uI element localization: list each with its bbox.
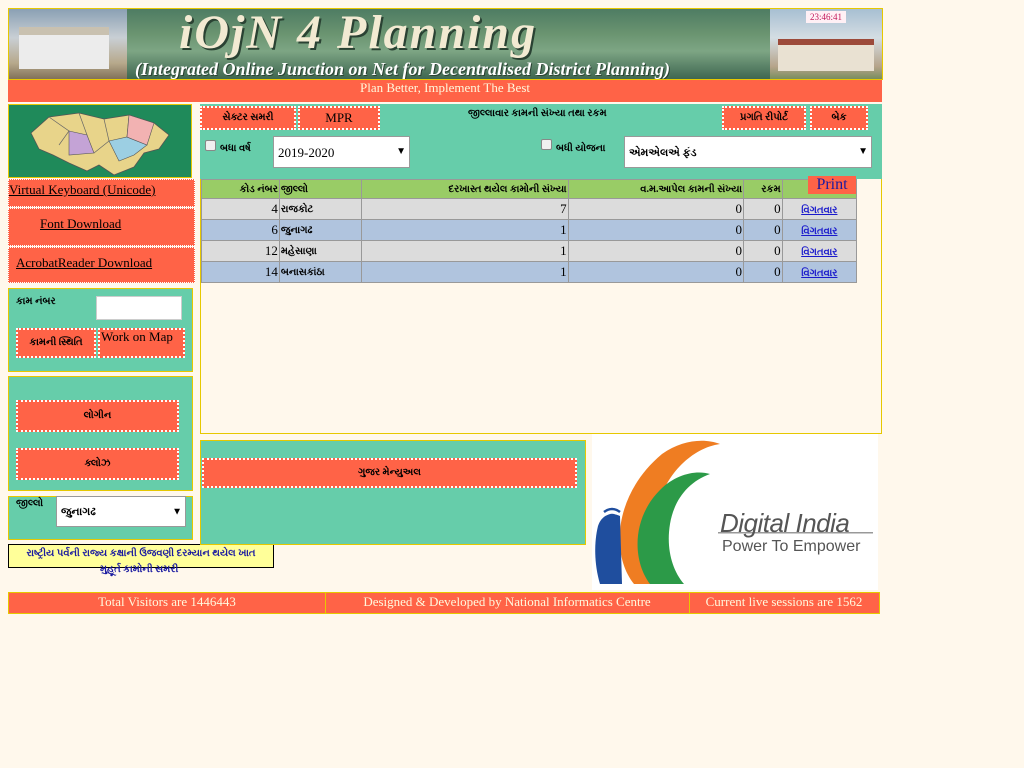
- cell-district: જુનાગઢ: [278, 219, 363, 241]
- district-label: જીલ્લો: [16, 498, 44, 509]
- virtual-keyboard-link[interactable]: Virtual Keyboard (Unicode): [8, 179, 195, 207]
- login-button[interactable]: લોગીન: [16, 400, 179, 432]
- cell-amount: 0: [743, 240, 783, 262]
- acrobat-download-link[interactable]: AcrobatReader Download: [8, 247, 195, 283]
- footer: Total Visitors are 1446443 Designed & De…: [8, 592, 880, 614]
- cell-details: વિગતવાર: [781, 219, 858, 241]
- details-link[interactable]: વિગતવાર: [801, 205, 837, 216]
- cell-code: 4: [201, 198, 280, 220]
- gujarat-map-icon: [30, 112, 170, 176]
- col-amount-header: રકમ: [743, 179, 783, 199]
- cell-applied: 7: [361, 198, 569, 220]
- acrobat-download-link-text[interactable]: AcrobatReader Download: [16, 255, 152, 270]
- site-title: iOjN 4 Planning: [179, 8, 538, 59]
- all-years-checkbox[interactable]: [205, 140, 216, 151]
- table-header-row: કોડ નંબર જીલ્લો દરખાસ્ત થયેલ કામોની સંખ્…: [201, 179, 858, 199]
- col-district-header: જીલ્લો: [278, 179, 363, 199]
- live-sessions: Current live sessions are 1562: [705, 594, 863, 609]
- cell-amount: 0: [743, 261, 783, 283]
- cell-details: વિગતવાર: [781, 261, 858, 283]
- table-row: 14 બનાસકાંઠા 1 0 0 વિગતવાર: [201, 261, 858, 283]
- cell-applied: 1: [361, 261, 569, 283]
- dropdown-arrow-icon: ▼: [172, 506, 182, 517]
- credits: Designed & Developed by National Informa…: [325, 593, 690, 613]
- muhurt-summary-link[interactable]: મુહૂર્ત કામોની સમરી: [100, 564, 178, 575]
- col-approved-header: વ.મ.આપેલ કામની સંખ્યા: [567, 179, 745, 199]
- work-number-input[interactable]: [96, 296, 182, 320]
- page-title: જીલ્લાવાર કામની સંખ્યા તથા રકમ: [468, 108, 607, 119]
- table-row: 6 જુનાગઢ 1 0 0 વિગતવાર: [201, 219, 858, 241]
- dropdown-arrow-icon: ▼: [858, 146, 868, 157]
- mpr-button[interactable]: MPR: [298, 106, 380, 130]
- district-select-value: જુનાગઢ: [61, 506, 96, 518]
- cell-district: મહેસાણા: [278, 240, 363, 262]
- cell-approved: 0: [567, 261, 745, 283]
- cell-applied: 1: [361, 219, 569, 241]
- cell-approved: 0: [567, 240, 745, 262]
- scheme-select-value: એમએલએ ફંડ: [629, 147, 697, 159]
- manual-panel: [200, 440, 586, 545]
- scheme-select[interactable]: એમએલએ ફંડ ▼: [624, 136, 872, 168]
- close-button[interactable]: ક્લોઝ: [16, 448, 179, 480]
- site-subtitle: (Integrated Online Junction on Net for D…: [135, 59, 671, 79]
- details-link[interactable]: વિગતવાર: [801, 247, 837, 258]
- gujarat-map[interactable]: [8, 104, 192, 178]
- all-schemes-checkbox[interactable]: [541, 139, 552, 150]
- virtual-keyboard-link-text[interactable]: Virtual Keyboard (Unicode): [9, 182, 156, 197]
- cell-amount: 0: [743, 198, 783, 220]
- cell-district: રાજકોટ: [278, 198, 363, 220]
- table-row: 12 મહેસાણા 1 0 0 વિગતવાર: [201, 240, 858, 262]
- work-on-map-button[interactable]: Work on Map: [98, 328, 185, 358]
- sector-summary-button[interactable]: સેક્ટર સમરી: [200, 106, 296, 130]
- details-link[interactable]: વિગતવાર: [801, 226, 837, 237]
- work-status-button[interactable]: કામની સ્થિતિ: [16, 328, 96, 358]
- col-code-header: કોડ નંબર: [201, 179, 280, 199]
- table-row: 4 રાજકોટ 7 0 0 વિગતવાર: [201, 198, 858, 220]
- year-select[interactable]: 2019-2020 ▼: [273, 136, 410, 168]
- cell-approved: 0: [567, 198, 745, 220]
- cell-amount: 0: [743, 219, 783, 241]
- cell-code: 12: [201, 240, 280, 262]
- details-link[interactable]: વિગતવાર: [801, 268, 837, 279]
- dropdown-arrow-icon: ▼: [396, 146, 406, 157]
- cell-details: વિગતવાર: [781, 198, 858, 220]
- col-applied-header: દરખાસ્ત થયેલ કામોની સંખ્યા: [361, 179, 569, 199]
- cell-applied: 1: [361, 240, 569, 262]
- district-works-table: કોડ નંબર જીલ્લો દરખાસ્ત થયેલ કામોની સંખ્…: [201, 179, 858, 283]
- cell-code: 14: [201, 261, 280, 283]
- clock: 23:46:41: [806, 11, 847, 23]
- tagline: Plan Better, Implement The Best: [8, 80, 882, 102]
- district-select[interactable]: જુનાગઢ ▼: [56, 496, 186, 527]
- all-schemes-label: બધી યોજના: [556, 143, 606, 154]
- office-building-photo-left: [9, 9, 127, 79]
- gujarat-manual-button[interactable]: ગુજર મેન્યુઅલ: [202, 458, 577, 488]
- print-button[interactable]: Print: [808, 176, 856, 194]
- digital-india-tagline: Power To Empower: [722, 538, 861, 555]
- cell-district: બનાસકાંઠા: [278, 261, 363, 283]
- cell-code: 6: [201, 219, 280, 241]
- all-years-label: બધા વર્ષ: [220, 143, 251, 154]
- font-download-link[interactable]: Font Download: [8, 208, 195, 246]
- font-download-link-text[interactable]: Font Download: [40, 216, 121, 231]
- year-select-value: 2019-2020: [278, 145, 335, 160]
- visitor-count: Total Visitors are 1446443: [9, 593, 326, 613]
- progress-report-button[interactable]: પ્રગતિ રીપોર્ટ: [722, 106, 806, 130]
- cell-approved: 0: [567, 219, 745, 241]
- digital-india-title: Digital India: [720, 508, 850, 538]
- header-banner: iOjN 4 Planning (Integrated Online Junct…: [8, 8, 883, 80]
- back-button[interactable]: બેક: [810, 106, 868, 130]
- digital-india-logo: Digital India Power To Empower: [592, 434, 878, 590]
- work-number-label: કામ નંબર: [16, 296, 56, 307]
- cell-details: વિગતવાર: [781, 240, 858, 262]
